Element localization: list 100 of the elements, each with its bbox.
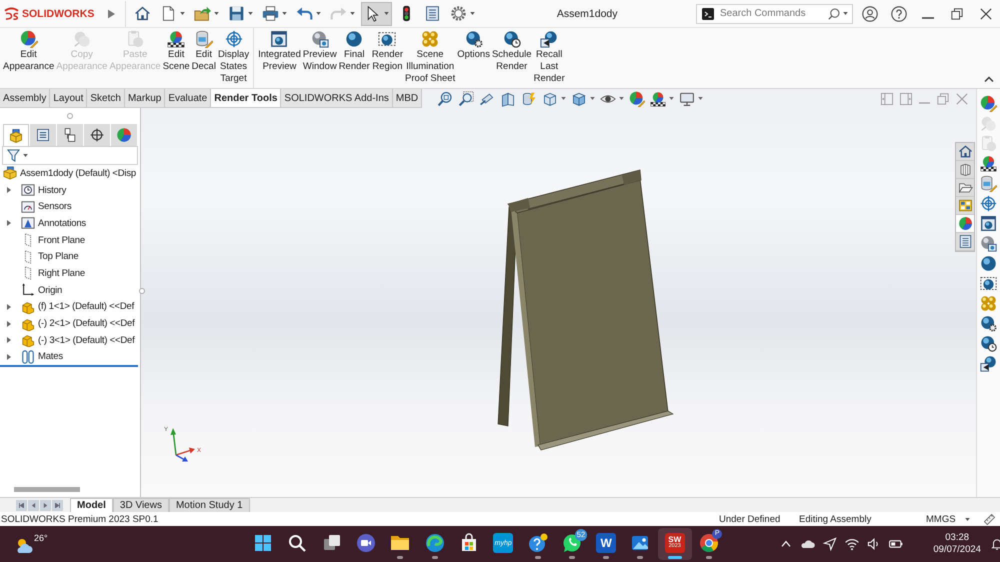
triangle-right-icon[interactable] [108, 8, 116, 18]
clock-time[interactable]: 03:28 [945, 532, 970, 544]
sphere-region-icon[interactable] [980, 275, 997, 292]
caret-icon[interactable] [619, 97, 624, 100]
tree-item[interactable]: Annotations [38, 218, 86, 229]
crosshair-icon[interactable] [980, 195, 997, 212]
wifi-icon[interactable] [844, 536, 860, 552]
can-pencil-icon[interactable] [980, 175, 997, 192]
user-icon[interactable] [862, 6, 878, 22]
view-toolbar-button[interactable] [956, 215, 974, 233]
tree-item[interactable]: History [38, 184, 66, 196]
ribbon-button[interactable]: Schedule Render [490, 30, 533, 85]
sphere-window-icon[interactable] [980, 235, 997, 252]
tab-scroll-button[interactable] [52, 500, 63, 511]
handle-dot-icon[interactable] [139, 288, 145, 294]
expand-arrow-icon[interactable] [7, 220, 11, 226]
caret-icon[interactable] [669, 97, 674, 100]
view-toolbar-button[interactable] [956, 233, 974, 251]
sphere-window-arrow-icon[interactable] [980, 355, 997, 372]
panel-tab[interactable] [30, 124, 56, 146]
ribbon-button[interactable]: Edit Scene [162, 30, 191, 85]
view-toolbar-button[interactable] [956, 197, 974, 215]
chevron-up-icon[interactable] [984, 76, 994, 82]
tile-right-icon[interactable] [900, 92, 912, 104]
search-field[interactable]: Search Commands [696, 4, 853, 24]
filter-field[interactable] [2, 146, 138, 165]
ribbon-button[interactable]: Render Region [370, 30, 404, 85]
caret-icon[interactable] [248, 12, 254, 15]
tab-scroll-button[interactable] [40, 500, 51, 511]
expand-arrow-icon[interactable] [7, 337, 11, 344]
tab-scroll-button[interactable] [28, 500, 39, 511]
ribbon-tab[interactable]: Layout [50, 89, 88, 107]
tree-item[interactable]: Assem1dody (Default) <Disp [20, 168, 136, 179]
units-selector[interactable]: MMGS [926, 514, 976, 524]
minimize-icon[interactable] [922, 16, 934, 18]
ruler-icon[interactable] [983, 512, 996, 526]
expand-arrow-icon[interactable] [7, 187, 11, 194]
caret-icon[interactable] [698, 97, 704, 100]
tree-item[interactable]: Origin [38, 284, 62, 296]
ribbon-tab[interactable]: Render Tools [211, 89, 282, 107]
grip-dot-icon[interactable] [67, 113, 73, 119]
terminal-icon[interactable] [702, 8, 714, 20]
caret-icon[interactable] [843, 12, 848, 15]
close-icon[interactable] [980, 8, 992, 20]
view-tool-button[interactable] [678, 90, 704, 106]
ribbon-button[interactable]: Preview Window [302, 30, 338, 85]
horizontal-scrollbar[interactable] [14, 487, 80, 492]
tree-item[interactable]: (-) 2<1> (Default) <<Def [38, 318, 135, 330]
tree-item[interactable]: (-) 3<1> (Default) <<Def [38, 334, 135, 346]
panel-tab[interactable] [3, 124, 29, 146]
ribbon-button[interactable]: Edit Appearance [2, 30, 56, 85]
ribbon-tab[interactable]: Assembly [0, 89, 50, 107]
ribbon-tab[interactable]: Sketch [87, 89, 125, 107]
expand-arrow-icon[interactable] [7, 354, 11, 360]
help-icon[interactable] [890, 6, 906, 22]
restore-icon[interactable] [950, 8, 962, 20]
location-arrow-icon[interactable] [822, 536, 838, 552]
caret-icon[interactable] [180, 12, 186, 15]
ribbon-button[interactable]: Display States Target [216, 30, 250, 85]
tree-item[interactable]: (f) 1<1> (Default) <<Def [38, 301, 134, 312]
panel-tab[interactable] [57, 124, 83, 146]
tree-item[interactable]: Front Plane [38, 234, 85, 246]
weather-widget[interactable]: 26° [14, 532, 48, 556]
sphere-clock-icon[interactable] [980, 335, 997, 352]
ribbon-button[interactable]: Recall Last Render [532, 30, 566, 85]
ribbon-button[interactable]: Integrated Preview [257, 30, 302, 85]
ribbon-button[interactable]: Edit Decal [190, 30, 217, 85]
tree-item[interactable]: Top Plane [38, 251, 78, 262]
caret-icon[interactable] [590, 97, 596, 100]
document-tab[interactable]: Model [70, 498, 113, 512]
ribbon-tab[interactable]: Markup [124, 89, 166, 107]
rollback-bar[interactable] [0, 365, 138, 368]
sphere-gear-icon[interactable] [980, 315, 997, 332]
tile-left-icon[interactable] [881, 92, 893, 104]
caret-icon[interactable] [23, 154, 28, 157]
search-input[interactable]: Search Commands [720, 6, 828, 20]
pie-ball-pencil-icon[interactable] [980, 95, 997, 112]
tree-item[interactable]: Mates [38, 351, 63, 362]
quick-access-button[interactable] [361, 2, 392, 26]
ribbon-tab[interactable]: SOLIDWORKS Add-Ins [281, 89, 393, 107]
taskbar-app-button[interactable]: W [588, 528, 624, 560]
view-toolbar-button[interactable] [956, 161, 974, 179]
search-icon[interactable] [828, 8, 840, 20]
caret-icon[interactable] [316, 12, 322, 15]
document-tab[interactable]: 3D Views [112, 498, 169, 512]
view-tool-button[interactable] [649, 90, 676, 106]
bell-icon[interactable] [990, 537, 1000, 551]
ribbon-button[interactable]: Final Render [338, 30, 371, 85]
caret-icon[interactable] [470, 12, 476, 15]
ribbon-button[interactable]: Options [456, 30, 491, 85]
clock-date[interactable]: 09/07/2024 [933, 544, 981, 556]
caret-icon[interactable] [282, 12, 288, 15]
expand-arrow-icon[interactable] [7, 304, 11, 310]
sphere-icon[interactable] [980, 255, 997, 272]
document-tab[interactable]: Motion Study 1 [168, 498, 250, 512]
tab-scroll-button[interactable] [16, 500, 27, 511]
expand-arrow-icon[interactable] [7, 320, 11, 327]
caret-icon[interactable] [384, 12, 390, 15]
tree-item[interactable]: Right Plane [38, 268, 85, 279]
tree-item[interactable]: Sensors [38, 201, 72, 212]
